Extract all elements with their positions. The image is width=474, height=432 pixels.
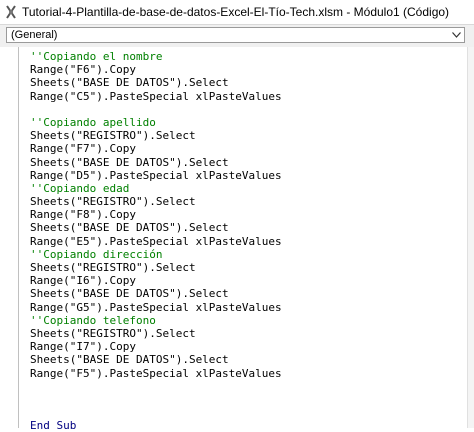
code-line[interactable]: Range("F8").Copy [30,208,470,221]
code-comment-line[interactable]: ''Copiando el nombre [30,50,470,63]
code-line[interactable]: Range("E5").PasteSpecial xlPasteValues [30,235,470,248]
code-line[interactable]: Sheets("BASE DE DATOS").Select [30,221,470,234]
vertical-scrollbar[interactable] [467,47,474,428]
margin-indicator-bar[interactable] [0,47,28,428]
code-line[interactable]: Sheets("BASE DE DATOS").Select [30,353,470,366]
vba-module-icon [4,5,18,19]
code-line[interactable]: Sheets("REGISTRO").Select [30,195,470,208]
code-line[interactable]: Range("F6").Copy [30,63,470,76]
code-line[interactable] [30,103,470,116]
chevron-down-icon[interactable] [449,28,463,42]
code-line[interactable]: End Sub [30,419,470,432]
code-line[interactable]: Range("F7").Copy [30,142,470,155]
code-line[interactable]: Sheets("BASE DE DATOS").Select [30,76,470,89]
code-line[interactable]: Range("D5").PasteSpecial xlPasteValues [30,169,470,182]
code-line[interactable]: Sheets("REGISTRO").Select [30,327,470,340]
gutter-divider [18,47,19,428]
code-line[interactable]: Range("G5").PasteSpecial xlPasteValues [30,301,470,314]
code-line[interactable] [30,406,470,419]
code-line[interactable]: Range("I6").Copy [30,274,470,287]
code-line[interactable]: Range("C5").PasteSpecial xlPasteValues [30,90,470,103]
object-dropdown[interactable]: (General) [6,27,465,43]
code-line[interactable]: Sheets("BASE DE DATOS").Select [30,156,470,169]
code-comment-line[interactable]: ''Copiando edad [30,182,470,195]
code-comment-line[interactable]: ''Copiando dirección [30,248,470,261]
code-editor[interactable]: ''Copiando el nombre Range("F6").Copy Shee… [0,47,474,432]
code-window-toolbar: (General) [0,24,474,48]
code-line[interactable] [30,393,470,406]
code-line[interactable]: Sheets("REGISTRO").Select [30,261,470,274]
code-comment-line[interactable]: ''Copiando apellido [30,116,470,129]
code-line[interactable] [30,380,470,393]
window-title: Tutorial-4-Plantilla-de-base-de-datos-Ex… [22,5,450,19]
object-dropdown-value: (General) [11,29,58,41]
code-line[interactable]: Sheets("REGISTRO").Select [30,129,470,142]
code-line[interactable]: Range("I7").Copy [30,340,470,353]
code-line[interactable]: Sheets("BASE DE DATOS").Select [30,287,470,300]
window-titlebar: Tutorial-4-Plantilla-de-base-de-datos-Ex… [0,0,474,24]
code-line[interactable]: Range("F5").PasteSpecial xlPasteValues [30,367,470,380]
code-comment-line[interactable]: ''Copiando telefono [30,314,470,327]
code-text-area[interactable]: ''Copiando el nombre Range("F6").Copy Shee… [30,50,470,432]
